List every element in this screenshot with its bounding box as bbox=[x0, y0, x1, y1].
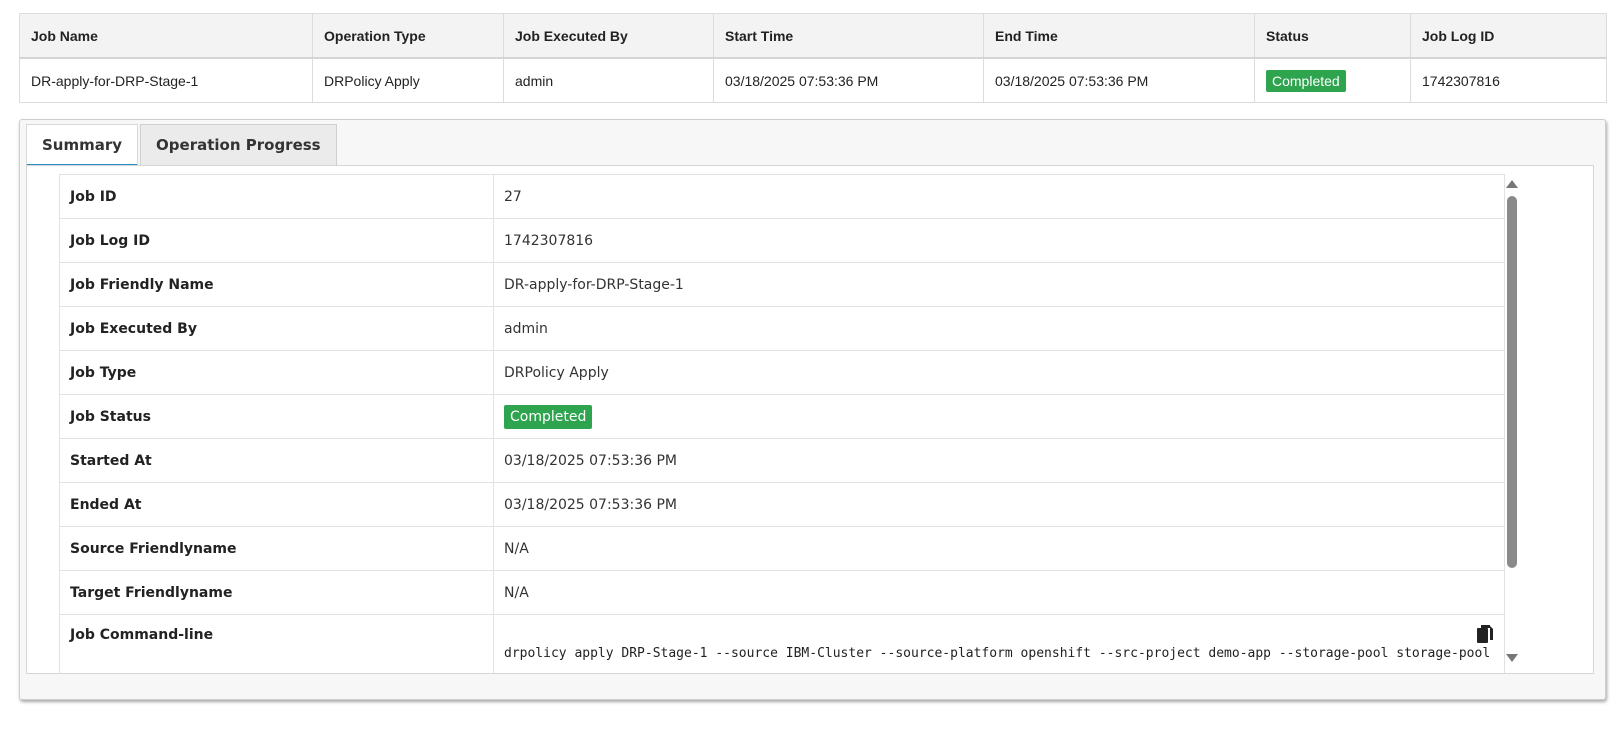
command-line-text[interactable]: drpolicy apply DRP-Stage-1 --source IBM-… bbox=[504, 646, 1490, 661]
operation-type-cell: DRPolicy Apply bbox=[312, 57, 504, 103]
summary-value: DR-apply-for-DRP-Stage-1 bbox=[493, 262, 1505, 307]
column-header-operation-type[interactable]: Operation Type bbox=[312, 13, 504, 59]
summary-label: Started At bbox=[59, 438, 494, 483]
summary-label: Job Status bbox=[59, 394, 494, 439]
tab-operation-progress[interactable]: Operation Progress bbox=[140, 124, 337, 165]
status-badge: Completed bbox=[1266, 69, 1346, 92]
column-header-start-time[interactable]: Start Time bbox=[713, 13, 984, 59]
scrollbar-thumb[interactable] bbox=[1507, 196, 1517, 568]
summary-value: admin bbox=[493, 306, 1505, 351]
summary-table: Job ID 27 Job Log ID 1742307816 Job Frie… bbox=[59, 174, 1505, 673]
command-line-cell: drpolicy apply DRP-Stage-1 --source IBM-… bbox=[493, 614, 1505, 673]
summary-label: Job Log ID bbox=[59, 218, 494, 263]
column-header-job-executed-by[interactable]: Job Executed By bbox=[503, 13, 714, 59]
summary-row-job-status: Job Status Completed bbox=[59, 394, 1505, 439]
summary-row-job-command-line: Job Command-line drpolicy apply DRP-Stag… bbox=[59, 614, 1505, 673]
summary-label: Ended At bbox=[59, 482, 494, 527]
column-header-end-time[interactable]: End Time bbox=[983, 13, 1255, 59]
executed-by-cell: admin bbox=[503, 57, 714, 103]
end-time-cell: 03/18/2025 07:53:36 PM bbox=[983, 57, 1255, 103]
summary-row-ended-at: Ended At 03/18/2025 07:53:36 PM bbox=[59, 482, 1505, 527]
summary-value: DRPolicy Apply bbox=[493, 350, 1505, 395]
summary-label: Job Executed By bbox=[59, 306, 494, 351]
summary-label: Job Command-line bbox=[59, 614, 494, 673]
vertical-scrollbar[interactable] bbox=[1505, 174, 1519, 668]
column-header-job-name[interactable]: Job Name bbox=[19, 13, 313, 59]
summary-value: 03/18/2025 07:53:36 PM bbox=[493, 438, 1505, 483]
summary-label: Target Friendlyname bbox=[59, 570, 494, 615]
jobs-table: Job Name Operation Type Job Executed By … bbox=[19, 13, 1607, 103]
summary-label: Job Type bbox=[59, 350, 494, 395]
summary-value: N/A bbox=[493, 570, 1505, 615]
summary-row-job-executed-by: Job Executed By admin bbox=[59, 306, 1505, 351]
summary-row-job-type: Job Type DRPolicy Apply bbox=[59, 350, 1505, 395]
summary-value: 03/18/2025 07:53:36 PM bbox=[493, 482, 1505, 527]
table-row[interactable]: DR-apply-for-DRP-Stage-1 DRPolicy Apply … bbox=[19, 57, 1607, 103]
chevron-down-icon[interactable] bbox=[1506, 654, 1518, 662]
job-name-cell: DR-apply-for-DRP-Stage-1 bbox=[19, 57, 313, 103]
summary-content: Job ID 27 Job Log ID 1742307816 Job Frie… bbox=[26, 165, 1594, 674]
jobs-table-header-row: Job Name Operation Type Job Executed By … bbox=[19, 13, 1607, 59]
summary-row-job-id: Job ID 27 bbox=[59, 174, 1505, 219]
summary-label: Job ID bbox=[59, 174, 494, 219]
summary-row-source-friendlyname: Source Friendlyname N/A bbox=[59, 526, 1505, 571]
summary-value: Completed bbox=[493, 394, 1505, 439]
summary-label: Source Friendlyname bbox=[59, 526, 494, 571]
summary-row-target-friendlyname: Target Friendlyname N/A bbox=[59, 570, 1505, 615]
column-header-job-log-id[interactable]: Job Log ID bbox=[1410, 13, 1607, 59]
status-badge: Completed bbox=[504, 404, 593, 429]
summary-row-job-log-id: Job Log ID 1742307816 bbox=[59, 218, 1505, 263]
summary-row-started-at: Started At 03/18/2025 07:53:36 PM bbox=[59, 438, 1505, 483]
summary-value: 27 bbox=[493, 174, 1505, 219]
job-log-id-cell: 1742307816 bbox=[1410, 57, 1607, 103]
tab-bar: Summary Operation Progress bbox=[26, 124, 337, 167]
summary-value: N/A bbox=[493, 526, 1505, 571]
job-detail-panel: Summary Operation Progress Job ID 27 Job… bbox=[19, 119, 1606, 700]
tab-summary[interactable]: Summary bbox=[26, 124, 139, 167]
summary-row-job-friendly-name: Job Friendly Name DR-apply-for-DRP-Stage… bbox=[59, 262, 1505, 307]
start-time-cell: 03/18/2025 07:53:36 PM bbox=[713, 57, 984, 103]
status-cell: Completed bbox=[1254, 57, 1411, 103]
summary-label: Job Friendly Name bbox=[59, 262, 494, 307]
column-header-status[interactable]: Status bbox=[1254, 13, 1411, 59]
chevron-up-icon[interactable] bbox=[1506, 180, 1518, 188]
summary-value: 1742307816 bbox=[493, 218, 1505, 263]
copy-icon[interactable] bbox=[1476, 624, 1494, 644]
